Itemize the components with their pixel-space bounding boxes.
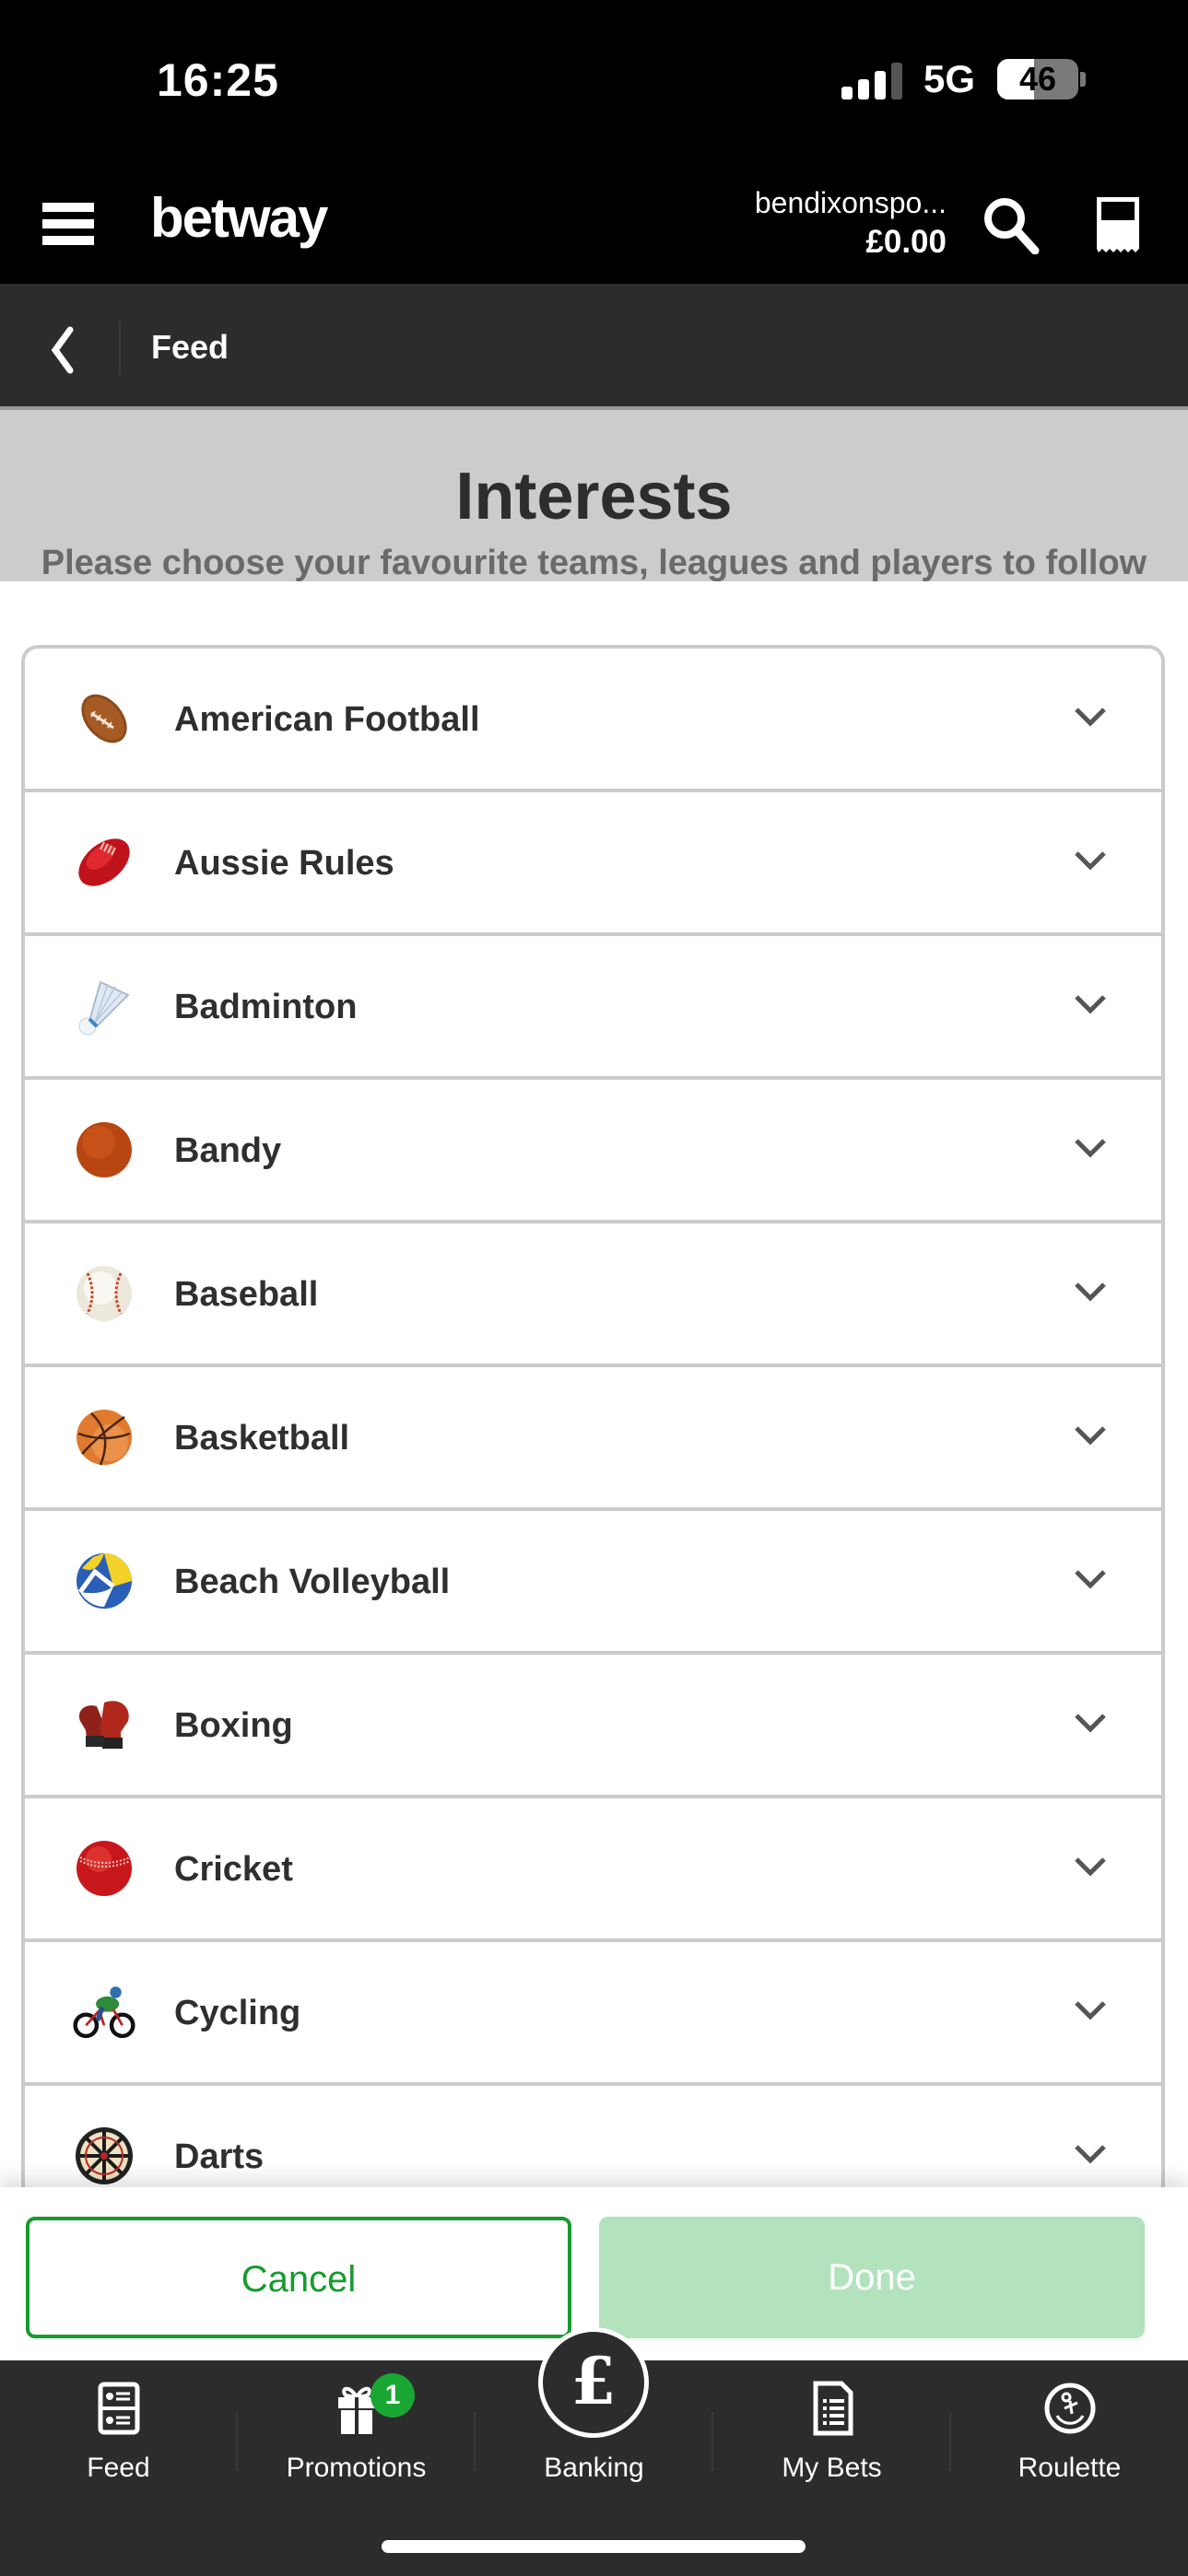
sport-label: Darts [174,2137,265,2176]
tab-feed[interactable]: Feed [0,2360,237,2489]
sport-label: American Football [174,700,480,739]
roulette-icon [1044,2383,1095,2434]
battery-cap [1080,72,1086,87]
boxing-gloves-icon [73,1693,135,1756]
chevron-down-icon[interactable] [1073,1137,1108,1159]
betway-logo[interactable]: betway [150,186,328,250]
chevron-down-icon[interactable] [1073,706,1108,728]
sport-row[interactable]: Beach Volleyball [25,1511,1161,1655]
american-football-icon [73,687,135,750]
sport-row[interactable]: Cricket [25,1798,1161,1942]
sport-label: Basketball [174,1419,350,1458]
network-type: 5G [923,57,976,100]
feed-icon [98,2382,139,2435]
account-balance: £0.00 [865,224,947,260]
sub-nav: Feed [0,284,1188,406]
sport-row[interactable]: Boxing [25,1655,1161,1798]
sport-label: Beach Volleyball [174,1563,451,1601]
chevron-down-icon[interactable] [1073,1999,1108,2021]
account-name: bendixonspo... [754,186,947,219]
menu-icon[interactable] [42,203,94,245]
promotions-badge: 1 [371,2373,415,2418]
cricket-ball-icon [73,1837,135,1900]
tab-roulette[interactable]: Roulette [951,2360,1188,2489]
sport-row[interactable]: Bandy [25,1080,1161,1224]
sport-label: Cycling [174,1994,301,2032]
home-indicator[interactable] [382,2540,806,2553]
chevron-down-icon[interactable] [1073,1856,1108,1878]
cyclist-icon [73,1981,135,2043]
chevron-down-icon[interactable] [1073,1712,1108,1734]
tab-label: Banking [544,2453,644,2483]
shuttlecock-icon [73,975,135,1037]
chevron-down-icon[interactable] [1073,2143,1108,2165]
betslip-icon[interactable] [1095,195,1141,254]
sport-label: Bandy [174,1131,282,1170]
status-time: 16:25 [157,54,279,106]
sport-row[interactable]: Basketball [25,1367,1161,1511]
pound-icon: £ [538,2327,649,2438]
chevron-down-icon[interactable] [1073,1424,1108,1446]
tab-label: Feed [87,2453,150,2483]
page-subtitle: Please choose your favourite teams, leag… [41,544,1147,582]
account-info[interactable]: bendixonspo... £0.00 [755,186,947,261]
tab-promotions[interactable]: 1 Promotions [238,2360,475,2489]
tab-banking[interactable]: £ Banking [476,2327,712,2489]
sport-row[interactable]: Aussie Rules [25,792,1161,936]
dartboard-icon [73,2125,135,2187]
tab-label: Roulette [1017,2453,1122,2483]
back-button[interactable] [28,310,120,383]
volleyball-icon [73,1550,135,1612]
search-icon[interactable] [982,195,1041,255]
chevron-down-icon[interactable] [1073,849,1108,872]
tab-label: My Bets [782,2453,882,2483]
battery-percent: 46 [1018,60,1057,98]
divider [119,321,121,376]
sport-row[interactable]: Badminton [25,936,1161,1080]
cancel-button[interactable]: Cancel [26,2217,571,2338]
signal-strength-icon [841,63,902,100]
basketball-icon [73,1406,135,1469]
chevron-down-icon[interactable] [1073,1568,1108,1590]
baseball-icon [73,1262,135,1325]
aussie-rules-ball-icon [73,831,135,894]
sport-label: Baseball [174,1275,319,1314]
sport-label: Cricket [174,1850,293,1889]
tab-label: Promotions [286,2453,427,2483]
interests-banner: Interests Please choose your favourite t… [0,406,1188,582]
battery-icon: 46 [997,59,1078,100]
sport-label: Boxing [174,1706,293,1745]
status-bar: 16:25 5G 46 [0,0,1188,158]
sport-label: Aussie Rules [174,844,394,883]
sport-row[interactable]: American Football [25,649,1161,792]
bandy-ball-icon [73,1118,135,1181]
bet-slip-list-icon [813,2381,853,2436]
sport-row[interactable]: Baseball [25,1224,1161,1367]
page: 16:25 5G 46 betway bendixonspo... £0.00 [0,0,1188,2576]
done-button[interactable]: Done [599,2217,1145,2338]
page-title: Interests [455,460,733,533]
tab-my-bets[interactable]: My Bets [713,2360,950,2489]
chevron-left-icon [51,326,74,374]
sport-row[interactable]: Cycling [25,1942,1161,2086]
sport-label: Badminton [174,988,358,1026]
sub-nav-title: Feed [151,328,229,366]
chevron-down-icon[interactable] [1073,993,1108,1015]
app-header: betway bendixonspo... £0.00 [0,158,1188,284]
chevron-down-icon[interactable] [1073,1281,1108,1303]
sports-list: American Football Aussie Rules Badminton Ba… [21,645,1165,2230]
